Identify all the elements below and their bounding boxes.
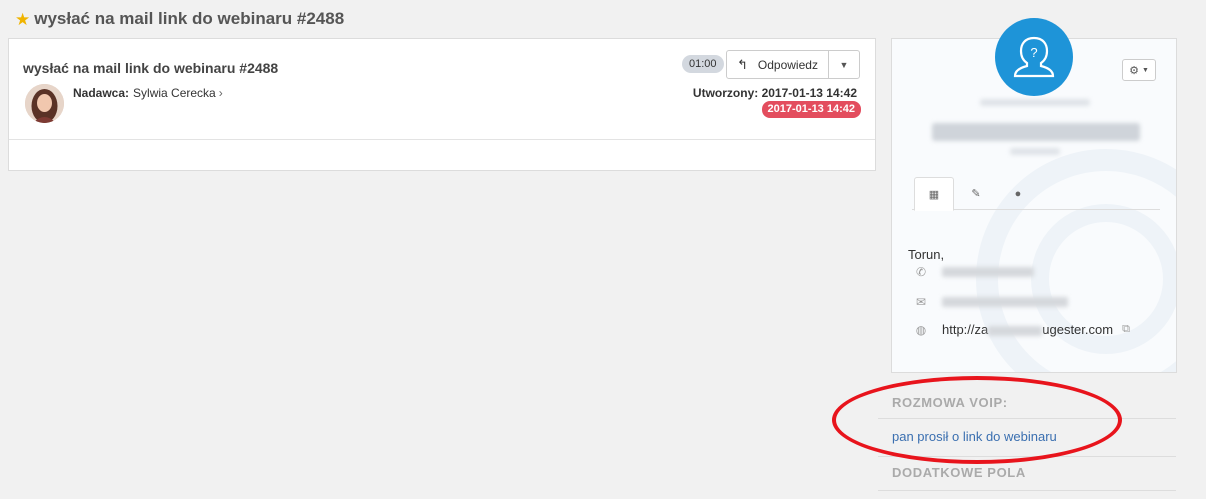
tab-person[interactable]: ● <box>998 177 1038 210</box>
page-header: ★ wysłać na mail link do webinaru #2488 <box>15 8 344 30</box>
contact-avatar[interactable]: ? <box>995 18 1073 96</box>
reply-dropdown-toggle[interactable]: ▼ <box>829 51 859 78</box>
star-icon[interactable]: ★ <box>15 11 30 28</box>
ticket-subject: wysłać na mail link do webinaru #2488 <box>23 60 279 76</box>
contact-subtitle-blurred <box>1010 148 1060 155</box>
reply-button[interactable]: ↰ Odpowiedz <box>727 51 829 78</box>
created-info: Utworzony: 2017-01-13 14:42 <box>693 86 857 100</box>
divider <box>878 456 1176 457</box>
contact-name-blurred <box>932 123 1140 141</box>
sender-label: Nadawca: <box>73 86 130 100</box>
external-link-icon[interactable]: ⧉ <box>1122 323 1130 336</box>
edit-icon: ✎ <box>971 188 981 200</box>
reply-icon: ↰ <box>737 56 748 72</box>
website-link[interactable]: http://za ugester.com <box>942 322 1113 337</box>
website-suffix: ugester.com <box>1042 322 1114 337</box>
website-prefix: http://za <box>942 322 989 337</box>
phone-row[interactable]: ✆ <box>914 265 1034 279</box>
due-date-badge: 2017-01-13 14:42 <box>761 101 861 118</box>
extra-fields-section-title[interactable]: DODATKOWE POLA <box>892 465 1026 480</box>
sender-name: Sylwia Cerecka <box>133 86 216 100</box>
email-row[interactable]: ✉ <box>914 295 1068 309</box>
voip-section-title: ROZMOWA VOIP: <box>892 395 1008 410</box>
highlight-annotation <box>832 376 1122 464</box>
phone-blurred <box>942 267 1034 277</box>
globe-icon: ◍ <box>915 322 927 337</box>
phone-icon: ✆ <box>915 265 927 279</box>
reply-label: Odpowiedz <box>757 57 818 72</box>
divider <box>878 490 1176 491</box>
voip-note-link[interactable]: pan prosił o link do webinaru <box>892 429 1057 444</box>
gear-icon: ⚙ <box>1129 64 1139 77</box>
tab-edit[interactable]: ✎ <box>956 177 996 210</box>
created-label: Utworzony: <box>692 86 759 100</box>
sender-link[interactable]: Nadawca: Sylwia Cerecka › <box>73 86 223 100</box>
caret-down-icon: ▼ <box>839 59 849 70</box>
ticket-card: wysłać na mail link do webinaru #2488 Na… <box>8 38 876 171</box>
reply-button-group: ↰ Odpowiedz ▼ <box>726 50 860 79</box>
user-icon: ● <box>1014 187 1022 200</box>
sender-avatar[interactable] <box>25 84 64 123</box>
caret-down-icon: ▼ <box>1141 66 1149 74</box>
divider <box>878 418 1176 419</box>
contact-tabs: ▦ ✎ ● <box>912 177 1160 211</box>
timer-badge: 01:00 <box>682 55 724 73</box>
building-icon: ▦ <box>928 188 940 201</box>
contact-role-blurred <box>980 99 1090 106</box>
website-blurred <box>988 325 1043 336</box>
website-row[interactable]: ◍ http://za ugester.com ⧉ <box>914 322 1130 337</box>
chevron-right-icon: › <box>218 86 223 100</box>
email-blurred <box>942 297 1068 307</box>
tab-company[interactable]: ▦ <box>914 177 954 211</box>
settings-dropdown-button[interactable]: ⚙ ▼ <box>1122 59 1156 81</box>
page-title: wysłać na mail link do webinaru #2488 <box>34 9 345 28</box>
created-value: 2017-01-13 14:42 <box>761 86 857 100</box>
unknown-user-icon: ? <box>1013 36 1055 78</box>
envelope-icon: ✉ <box>915 295 927 309</box>
svg-text:?: ? <box>1030 45 1037 60</box>
contact-city: Torun, <box>908 247 945 262</box>
divider <box>9 139 875 140</box>
